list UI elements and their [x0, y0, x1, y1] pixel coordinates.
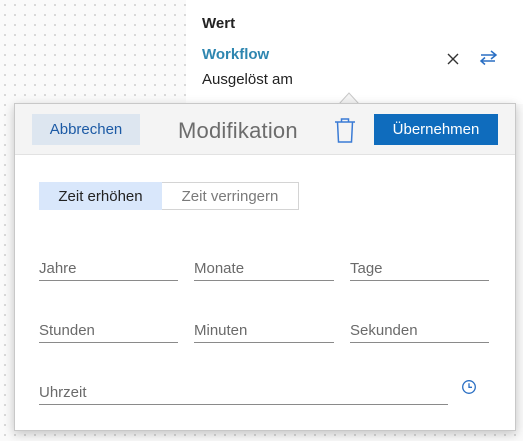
days-field[interactable] — [350, 260, 489, 277]
hours-field-container — [39, 314, 178, 343]
close-icon[interactable] — [444, 50, 462, 68]
minutes-field[interactable] — [194, 322, 334, 339]
clock-icon[interactable] — [461, 379, 477, 395]
seconds-field-container — [350, 314, 489, 343]
value-card: Wert Workflow Ausgelöst am — [186, 0, 523, 104]
increase-time-option[interactable]: Zeit erhöhen — [39, 182, 162, 210]
direction-toggle: Zeit erhöhen Zeit verringern — [39, 182, 299, 210]
trash-icon[interactable] — [333, 116, 357, 144]
time-field[interactable] — [39, 384, 448, 401]
workflow-token-label[interactable]: Workflow — [202, 46, 269, 63]
cancel-button[interactable]: Abbrechen — [32, 114, 140, 145]
hours-field[interactable] — [39, 322, 178, 339]
months-field-container — [194, 252, 334, 281]
swap-icon[interactable] — [476, 48, 500, 70]
apply-button[interactable]: Übernehmen — [374, 114, 498, 145]
years-field-container — [39, 252, 178, 281]
popover-header: Abbrechen Modifikation Übernehmen — [15, 104, 515, 155]
minutes-field-container — [194, 314, 334, 343]
days-field-container — [350, 252, 489, 281]
time-field-container — [39, 376, 448, 405]
decrease-time-option[interactable]: Zeit verringern — [162, 182, 299, 210]
workflow-token-sublabel[interactable]: Ausgelöst am — [202, 71, 293, 88]
seconds-field[interactable] — [350, 322, 489, 339]
months-field[interactable] — [194, 260, 334, 277]
popover-title: Modifikation — [178, 118, 298, 143]
modification-popover: Abbrechen Modifikation Übernehmen Zeit e… — [14, 103, 516, 431]
years-field[interactable] — [39, 260, 178, 277]
value-heading: Wert — [202, 15, 236, 32]
